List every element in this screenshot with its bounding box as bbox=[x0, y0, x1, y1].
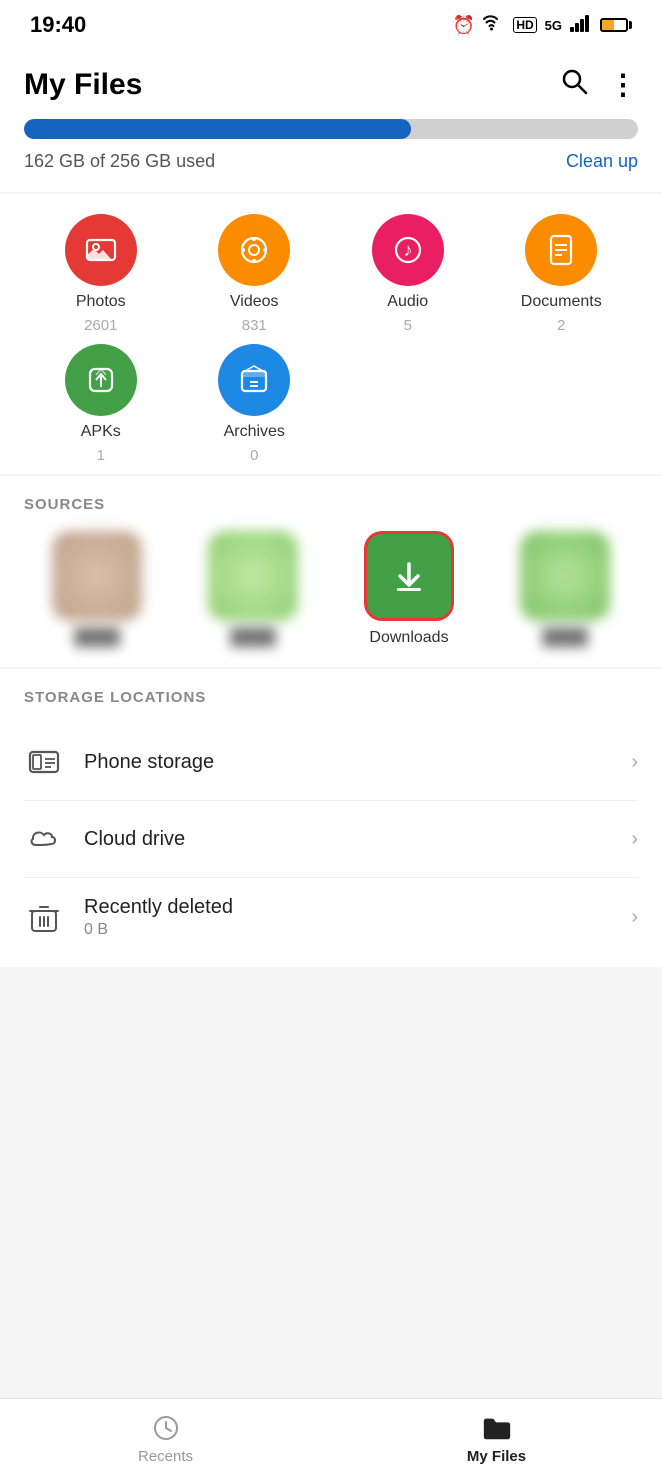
recents-label: Recents bbox=[138, 1448, 193, 1465]
archives-label: Archives bbox=[224, 422, 285, 441]
documents-label: Documents bbox=[521, 292, 602, 311]
documents-icon-circle bbox=[525, 214, 597, 286]
storage-bar-fill bbox=[24, 119, 411, 139]
source-item-4[interactable]: ████ bbox=[492, 531, 638, 647]
phone-storage-item[interactable]: Phone storage › bbox=[24, 724, 638, 801]
battery-icon bbox=[600, 18, 632, 32]
category-photos[interactable]: Photos 2601 bbox=[24, 214, 178, 334]
hd-icon: HD bbox=[513, 17, 536, 33]
category-apks[interactable]: APKs 1 bbox=[24, 344, 178, 464]
downloads-label: Downloads bbox=[369, 629, 448, 647]
phone-storage-icon bbox=[24, 742, 64, 782]
status-icons: ⏰ HD 5G bbox=[453, 14, 632, 37]
category-section: Photos 2601 Videos 831 bbox=[0, 194, 662, 474]
source4-icon bbox=[520, 531, 610, 621]
sources-title: SOURCES bbox=[24, 496, 638, 513]
signal-icon bbox=[570, 14, 592, 37]
phone-storage-chevron: › bbox=[631, 751, 638, 774]
recents-icon bbox=[150, 1412, 182, 1444]
more-icon[interactable]: ⋮ bbox=[609, 68, 638, 101]
documents-count: 2 bbox=[557, 317, 565, 334]
audio-count: 5 bbox=[404, 317, 412, 334]
source-item-1[interactable]: ████ bbox=[24, 531, 170, 647]
wifi-icon bbox=[483, 14, 505, 37]
myfiles-label: My Files bbox=[467, 1448, 526, 1465]
videos-count: 831 bbox=[242, 317, 267, 334]
alarm-icon: ⏰ bbox=[453, 15, 475, 36]
cleanup-button[interactable]: Clean up bbox=[566, 151, 638, 172]
archives-count: 0 bbox=[250, 447, 258, 464]
storage-locations-section: STORAGE LOCATIONS Phone storage › Cloud … bbox=[0, 669, 662, 967]
nav-myfiles[interactable]: My Files bbox=[331, 1412, 662, 1465]
recently-deleted-icon bbox=[24, 898, 64, 938]
recently-deleted-sub: 0 B bbox=[84, 921, 631, 939]
storage-bar bbox=[24, 119, 638, 139]
header-actions: ⋮ bbox=[559, 66, 638, 103]
source4-label: ████ bbox=[542, 629, 587, 647]
cloud-drive-item[interactable]: Cloud drive › bbox=[24, 801, 638, 878]
category-grid-row2: APKs 1 Archives 0 bbox=[24, 344, 638, 464]
phone-storage-name: Phone storage bbox=[84, 751, 631, 774]
nav-recents[interactable]: Recents bbox=[0, 1412, 331, 1465]
downloads-icon bbox=[364, 531, 454, 621]
apks-label: APKs bbox=[81, 422, 121, 441]
cloud-drive-chevron: › bbox=[631, 828, 638, 851]
source2-icon bbox=[208, 531, 298, 621]
category-archives[interactable]: Archives 0 bbox=[178, 344, 332, 464]
photos-icon-circle bbox=[65, 214, 137, 286]
storage-section: 162 GB of 256 GB used Clean up bbox=[0, 119, 662, 192]
category-documents[interactable]: Documents 2 bbox=[485, 214, 639, 334]
videos-label: Videos bbox=[230, 292, 279, 311]
recently-deleted-chevron: › bbox=[631, 906, 638, 929]
videos-icon-circle bbox=[218, 214, 290, 286]
storage-locations-title: STORAGE LOCATIONS bbox=[24, 689, 638, 706]
sources-grid: ████ ████ Downloads ████ bbox=[24, 531, 638, 647]
status-time: 19:40 bbox=[30, 12, 86, 38]
storage-info: 162 GB of 256 GB used Clean up bbox=[24, 151, 638, 172]
audio-label: Audio bbox=[387, 292, 428, 311]
recently-deleted-info: Recently deleted 0 B bbox=[84, 896, 631, 939]
5g-icon: 5G bbox=[545, 18, 562, 33]
header: My Files ⋮ bbox=[0, 50, 662, 119]
bottom-nav: Recents My Files bbox=[0, 1398, 662, 1478]
photos-count: 2601 bbox=[84, 317, 117, 334]
source-item-2[interactable]: ████ bbox=[180, 531, 326, 647]
sources-section: SOURCES ████ ████ Downloads bbox=[0, 476, 662, 667]
phone-storage-info: Phone storage bbox=[84, 751, 631, 774]
recently-deleted-name: Recently deleted bbox=[84, 896, 631, 919]
svg-text:♪: ♪ bbox=[403, 240, 412, 260]
archives-icon-circle bbox=[218, 344, 290, 416]
audio-icon-circle: ♪ bbox=[372, 214, 444, 286]
myfiles-icon bbox=[481, 1412, 513, 1444]
status-bar: 19:40 ⏰ HD 5G bbox=[0, 0, 662, 50]
recently-deleted-item[interactable]: Recently deleted 0 B › bbox=[24, 878, 638, 957]
category-videos[interactable]: Videos 831 bbox=[178, 214, 332, 334]
category-grid-row1: Photos 2601 Videos 831 bbox=[24, 214, 638, 334]
source-item-downloads[interactable]: Downloads bbox=[336, 531, 482, 647]
cloud-drive-info: Cloud drive bbox=[84, 828, 631, 851]
source1-icon bbox=[52, 531, 142, 621]
cloud-drive-icon bbox=[24, 819, 64, 859]
search-icon[interactable] bbox=[559, 66, 589, 103]
page-title: My Files bbox=[24, 68, 142, 102]
source1-label: ████ bbox=[74, 629, 119, 647]
photos-label: Photos bbox=[76, 292, 126, 311]
cloud-drive-name: Cloud drive bbox=[84, 828, 631, 851]
category-audio[interactable]: ♪ Audio 5 bbox=[331, 214, 485, 334]
apks-count: 1 bbox=[97, 447, 105, 464]
storage-used-text: 162 GB of 256 GB used bbox=[24, 151, 215, 172]
source2-label: ████ bbox=[230, 629, 275, 647]
apks-icon-circle bbox=[65, 344, 137, 416]
